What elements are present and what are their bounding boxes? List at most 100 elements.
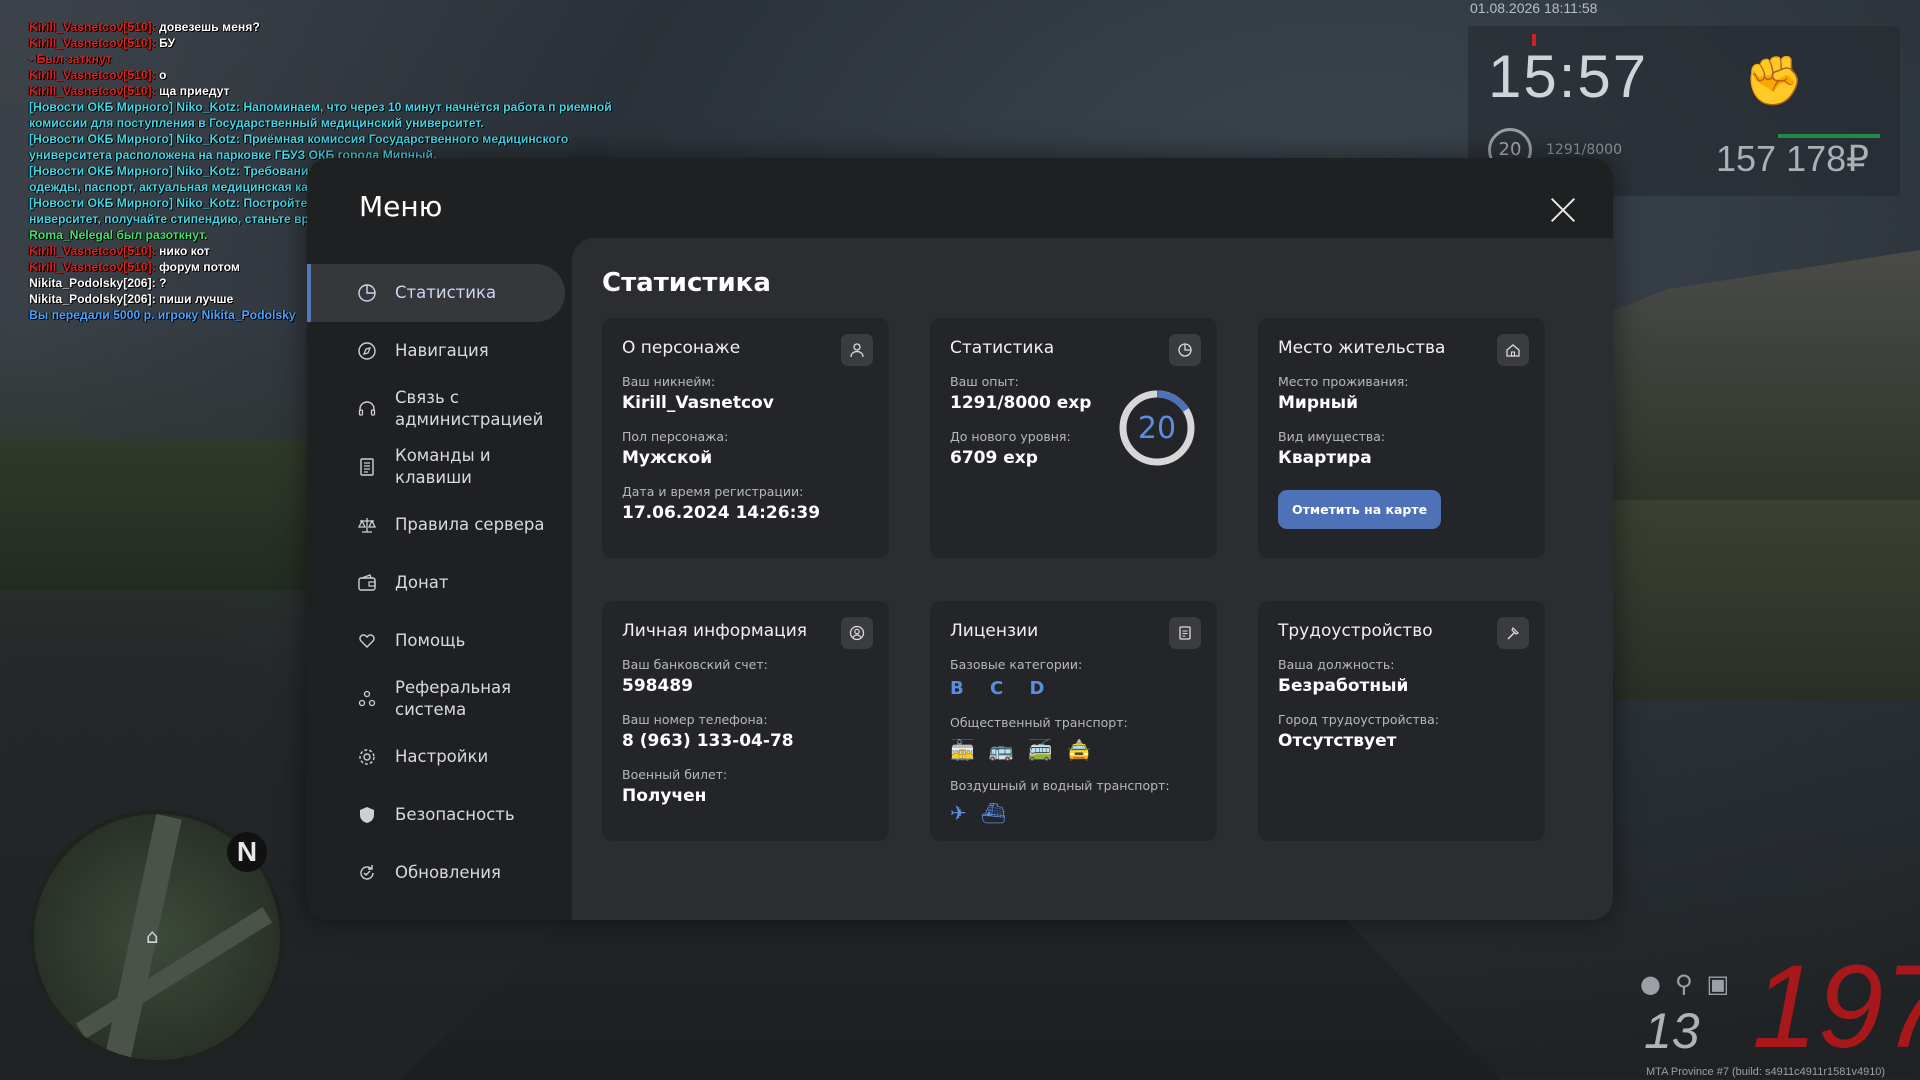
- sidebar-item[interactable]: Статистика: [307, 264, 565, 322]
- menu-modal: Меню Статистика Навигация Связь с админист…: [307, 158, 1613, 920]
- sidebar-item-label: Помощь: [395, 631, 466, 650]
- chat-line: Kirill_Vasnetcov[510]: довезешь меня?: [29, 19, 619, 35]
- registration-label: Дата и время регистрации:: [622, 484, 804, 499]
- sidebar-item[interactable]: Правила сервера: [307, 496, 572, 554]
- menu-title: Меню: [359, 190, 443, 223]
- sidebar-item[interactable]: Реферальная система: [307, 670, 572, 728]
- chat-sender: Kirill_Vasnetcov[510]:: [29, 260, 156, 274]
- air-water-label: Воздушный и водный транспорт:: [950, 778, 1170, 793]
- property-label: Вид имущества:: [1278, 429, 1386, 444]
- headset-icon: [355, 397, 379, 421]
- chat-sender: Kirill_Vasnetcov[510]:: [29, 84, 156, 98]
- wallet-icon: [355, 571, 379, 595]
- house-icon[interactable]: [1497, 334, 1529, 366]
- sidebar-item[interactable]: Обновления: [307, 844, 572, 902]
- chat-sender: Kirill_Vasnetcov[510]:: [29, 20, 156, 34]
- hud-money: 157 178₽: [1716, 138, 1870, 179]
- home-icon: ⌂: [146, 924, 159, 948]
- card-title: Место жительства: [1278, 338, 1446, 358]
- sidebar-item-label: Донат: [395, 573, 449, 592]
- card-title: О персонаже: [622, 338, 741, 358]
- section-title: Статистика: [602, 268, 771, 298]
- military-value: Получен: [622, 786, 707, 806]
- background-grass-right: [1600, 500, 1920, 700]
- close-button[interactable]: [1547, 194, 1579, 226]
- hammer-icon[interactable]: [1497, 617, 1529, 649]
- chat-text: нико кот: [155, 244, 210, 258]
- shield-icon: [355, 803, 379, 827]
- sidebar-item[interactable]: Донат: [307, 554, 572, 612]
- card-title: Статистика: [950, 338, 1055, 358]
- gender-label: Пол персонажа:: [622, 429, 729, 444]
- chat-line: Kirill_Vasnetcov[510]: ща приедут: [29, 83, 619, 99]
- sidebar-item-label: Реферальная система: [395, 678, 512, 719]
- chat-line: Kirill_Vasnetcov[510]: БУ: [29, 35, 619, 51]
- place-value: Мирный: [1278, 393, 1359, 413]
- nickname-value: Kirill_Vasnetcov: [622, 393, 774, 413]
- chat-sender: Kirill_Vasnetcov[510]:: [29, 36, 156, 50]
- sidebar-item-label: Связь с администрацией: [395, 388, 544, 429]
- tram-icon: 🚋: [950, 738, 989, 762]
- sidebar-item-label: Команды и клавиши: [395, 446, 491, 487]
- menu-content: Статистика О персонаже Ваш никнейм: Kiri…: [572, 238, 1613, 920]
- public-transport-label: Общественный транспорт:: [950, 715, 1128, 730]
- sidebar-item[interactable]: Помощь: [307, 612, 572, 670]
- sidebar-item[interactable]: Навигация: [307, 322, 572, 380]
- sidebar-item[interactable]: Настройки: [307, 728, 572, 786]
- character-card: О персонаже Ваш никнейм: Kirill_Vasnetco…: [602, 318, 889, 558]
- bank-label: Ваш банковский счет:: [622, 657, 768, 672]
- registration-value: 17.06.2024 14:26:39: [622, 503, 821, 523]
- property-value: Квартира: [1278, 448, 1372, 468]
- city-label: Город трудоустройства:: [1278, 712, 1440, 727]
- chat-line: [Новости ОКБ Мирного] Niko_Kotz: Напомин…: [29, 100, 616, 130]
- bus-icon: 🚌: [988, 738, 1028, 762]
- level-value: 20: [1137, 410, 1177, 446]
- place-label: Место проживания:: [1278, 374, 1409, 389]
- chat-text: БУ: [155, 36, 176, 50]
- document-icon: [355, 455, 379, 479]
- fuel-gauge: 13: [1644, 1003, 1700, 1059]
- pie-chart-icon[interactable]: [1169, 334, 1201, 366]
- chat-line: - Был заткнут: [29, 52, 112, 66]
- north-indicator: N: [227, 832, 267, 872]
- sidebar-item[interactable]: Безопасность: [307, 786, 572, 844]
- boat-icon: ⛴: [980, 801, 1021, 825]
- user-icon[interactable]: [841, 334, 873, 366]
- city-value: Отсутствует: [1278, 731, 1397, 751]
- user-circle-icon[interactable]: [841, 617, 873, 649]
- employment-card: Трудоустройство Ваша должность: Безработ…: [1258, 601, 1545, 841]
- scales-icon: [355, 513, 379, 537]
- card-title: Трудоустройство: [1278, 621, 1433, 641]
- build-info: MTA Province #7 (build: s4911c4911r1581v…: [1646, 1066, 1886, 1078]
- mark-on-map-button[interactable]: Отметить на карте: [1278, 490, 1442, 529]
- people-icon: [355, 687, 379, 711]
- hud-datetime: 01.08.2026 18:11:58: [1470, 0, 1598, 16]
- licenses-card: Лицензии Базовые категории: B C D Общест…: [930, 601, 1217, 841]
- residence-card: Место жительства Место проживания: Мирны…: [1258, 318, 1545, 558]
- stats-card: Статистика Ваш опыт: 1291/8000 exp До но…: [930, 318, 1217, 558]
- sidebar-item-label: Обновления: [395, 863, 501, 882]
- menu-sidebar: Статистика Навигация Связь с администрацие…: [307, 264, 572, 902]
- chat-text: форум потом: [155, 260, 240, 274]
- trolleybus-icon: 🚎: [1027, 738, 1067, 762]
- bank-value: 598489: [622, 676, 693, 696]
- chat-text: о: [155, 68, 167, 82]
- card-title: Лицензии: [950, 621, 1039, 641]
- license-icon[interactable]: [1169, 617, 1201, 649]
- sidebar-item-label: Безопасность: [395, 805, 515, 824]
- refresh-icon: [355, 861, 379, 885]
- sidebar-item-label: Статистика: [395, 283, 497, 302]
- hud-clock: 15:57: [1488, 43, 1649, 110]
- minimap-road: [75, 907, 273, 1039]
- taxi-icon: 🚖: [1066, 738, 1106, 762]
- gender-value: Мужской: [622, 448, 713, 468]
- sidebar-item-label: Настройки: [395, 747, 489, 766]
- chat-sender: Kirill_Vasnetcov[510]:: [29, 68, 156, 82]
- position-label: Ваша должность:: [1278, 657, 1395, 672]
- sidebar-item[interactable]: Команды и клавиши: [307, 438, 572, 496]
- hud-exp: 1291/8000: [1546, 142, 1622, 158]
- pie-chart-icon: [355, 281, 379, 305]
- hand-heart-icon: [355, 629, 379, 653]
- sidebar-item[interactable]: Связь с администрацией: [307, 380, 572, 438]
- fist-icon: ✊: [1744, 53, 1804, 109]
